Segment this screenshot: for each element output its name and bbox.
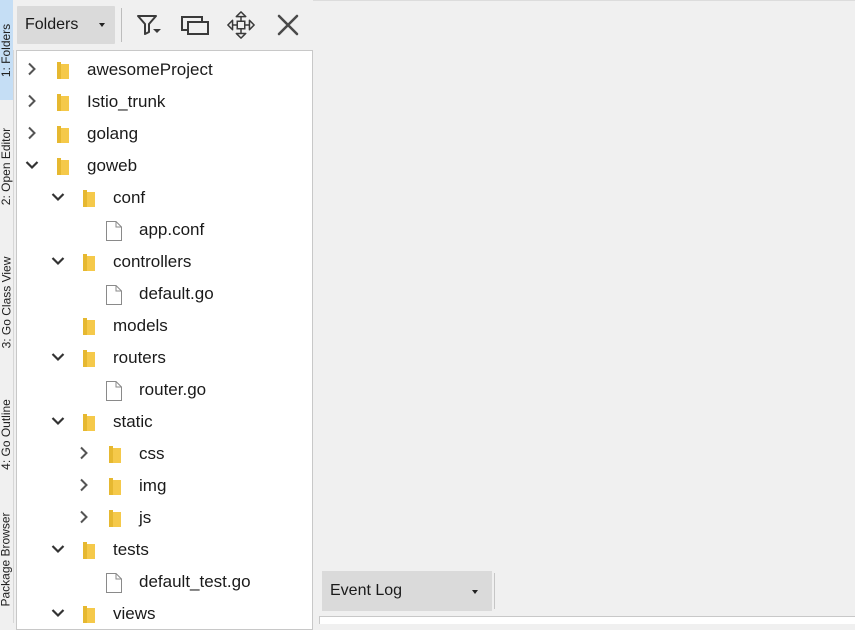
tree-folder-item[interactable]: static — [17, 405, 312, 437]
tree-item-label: controllers — [113, 252, 192, 271]
chevron-down-icon[interactable] — [25, 158, 39, 172]
tree-item-label: conf — [113, 188, 146, 207]
tree-folder-item[interactable]: Istio_trunk — [17, 85, 312, 117]
chevron-down-icon — [472, 590, 478, 594]
event-log-divider — [494, 573, 495, 609]
chevron-down-icon[interactable] — [51, 190, 65, 204]
side-tab-label: Package Browser — [0, 512, 13, 607]
file-icon — [105, 284, 123, 311]
folder-icon — [81, 604, 97, 629]
event-log-label: Event Log — [330, 582, 403, 599]
tree-item-label: awesomeProject — [87, 60, 213, 79]
chevron-right-icon[interactable] — [77, 446, 91, 460]
chevron-right-icon[interactable] — [25, 94, 39, 108]
side-tab-folders[interactable]: 1: Folders — [0, 0, 13, 100]
tree-folder-item[interactable]: controllers — [17, 245, 312, 277]
file-icon — [105, 572, 123, 599]
tree-folder-item[interactable]: routers — [17, 341, 312, 373]
toolbar-divider — [121, 8, 122, 42]
side-tab-label: 4: Go Outline — [0, 398, 13, 470]
folder-icon — [107, 508, 123, 533]
tree-folder-item[interactable]: css — [17, 437, 312, 469]
tree-item-label: app.conf — [139, 220, 205, 239]
tree-item-label: Istio_trunk — [87, 92, 166, 111]
folder-icon — [81, 316, 97, 341]
chevron-right-icon[interactable] — [77, 510, 91, 524]
tree-item-label: js — [139, 508, 152, 527]
folder-icon — [55, 60, 71, 85]
tree-folder-item[interactable]: tests — [17, 533, 312, 565]
windows-icon — [181, 16, 209, 35]
chevron-down-icon[interactable] — [51, 350, 65, 364]
side-tab-strip: 1: Folders 2: Open Editor 3: Go Class Vi… — [0, 0, 14, 623]
tree-file-item[interactable]: router.go — [17, 373, 312, 405]
tree-item-label: router.go — [139, 380, 207, 399]
chevron-down-icon[interactable] — [51, 254, 65, 268]
chevron-right-icon[interactable] — [77, 478, 91, 492]
tree-item-label: css — [139, 444, 165, 463]
tree-folder-item[interactable]: models — [17, 309, 312, 341]
tree-folder-item[interactable]: js — [17, 501, 312, 533]
side-tab-package-browser[interactable]: Package Browser — [0, 496, 13, 623]
folders-toolbar: Folders — [13, 0, 313, 50]
folder-tree: awesomeProject Istio_trunkgolang goweb conf… — [16, 50, 313, 630]
folder-icon — [81, 252, 97, 277]
tree-file-item[interactable]: default.go — [17, 277, 312, 309]
file-icon — [105, 380, 123, 407]
close-button[interactable] — [273, 10, 303, 40]
tree-file-item[interactable]: app.conf — [17, 213, 312, 245]
side-tab-go-outline[interactable]: 4: Go Outline — [0, 374, 13, 494]
folder-icon — [81, 540, 97, 565]
chevron-right-icon[interactable] — [25, 126, 39, 140]
tree-item-label: tests — [113, 540, 149, 559]
side-tab-label: 1: Folders — [0, 23, 13, 77]
folder-icon — [107, 476, 123, 501]
chevron-down-icon[interactable] — [51, 606, 65, 620]
folder-icon — [107, 444, 123, 469]
side-tab-label: 2: Open Editor — [0, 127, 13, 205]
tree-folder-item[interactable]: img — [17, 469, 312, 501]
chevron-down-icon — [99, 23, 105, 27]
chevron-down-icon[interactable] — [51, 414, 65, 428]
tree-item-label: models — [113, 316, 168, 335]
tree-item-label: default_test.go — [139, 572, 251, 591]
close-icon — [277, 14, 299, 36]
filter-icon — [137, 15, 161, 35]
tree-item-label: routers — [113, 348, 166, 367]
event-log-dropdown[interactable]: Event Log — [322, 571, 492, 611]
folder-icon — [81, 188, 97, 213]
tree-item-label: img — [139, 476, 167, 495]
tree-item-label: views — [113, 604, 156, 623]
tree-item-label: static — [113, 412, 153, 431]
chevron-down-icon[interactable] — [51, 542, 65, 556]
filter-button[interactable] — [135, 10, 165, 40]
windows-button[interactable] — [180, 10, 210, 40]
tree-folder-item[interactable]: goweb — [17, 149, 312, 181]
tree-folder-item[interactable]: conf — [17, 181, 312, 213]
folder-icon — [55, 92, 71, 117]
folder-icon — [81, 348, 97, 373]
folder-icon — [55, 124, 71, 149]
move-icon — [227, 11, 255, 39]
tree-folder-item[interactable]: golang — [17, 117, 312, 149]
side-tab-go-class-view[interactable]: 3: Go Class View — [0, 232, 13, 372]
move-button[interactable] — [226, 10, 256, 40]
tree-item-label: golang — [87, 124, 139, 143]
folders-dropdown-label: Folders — [25, 16, 79, 33]
file-icon — [105, 220, 123, 247]
side-tab-label: 3: Go Class View — [0, 256, 13, 348]
tree-folder-item[interactable]: views — [17, 597, 312, 629]
tree-item-label: goweb — [87, 156, 138, 175]
tree-file-item[interactable]: default_test.go — [17, 565, 312, 597]
tree-folder-item[interactable]: awesomeProject — [17, 53, 312, 85]
side-tab-open-editor[interactable]: 2: Open Editor — [0, 102, 13, 230]
tree-item-label: default.go — [139, 284, 214, 303]
editor-area — [313, 0, 855, 623]
folders-dropdown[interactable]: Folders — [17, 6, 115, 44]
folder-icon — [81, 412, 97, 437]
folder-icon — [55, 156, 71, 181]
chevron-right-icon[interactable] — [25, 62, 39, 76]
editor-area-border — [313, 0, 855, 1]
